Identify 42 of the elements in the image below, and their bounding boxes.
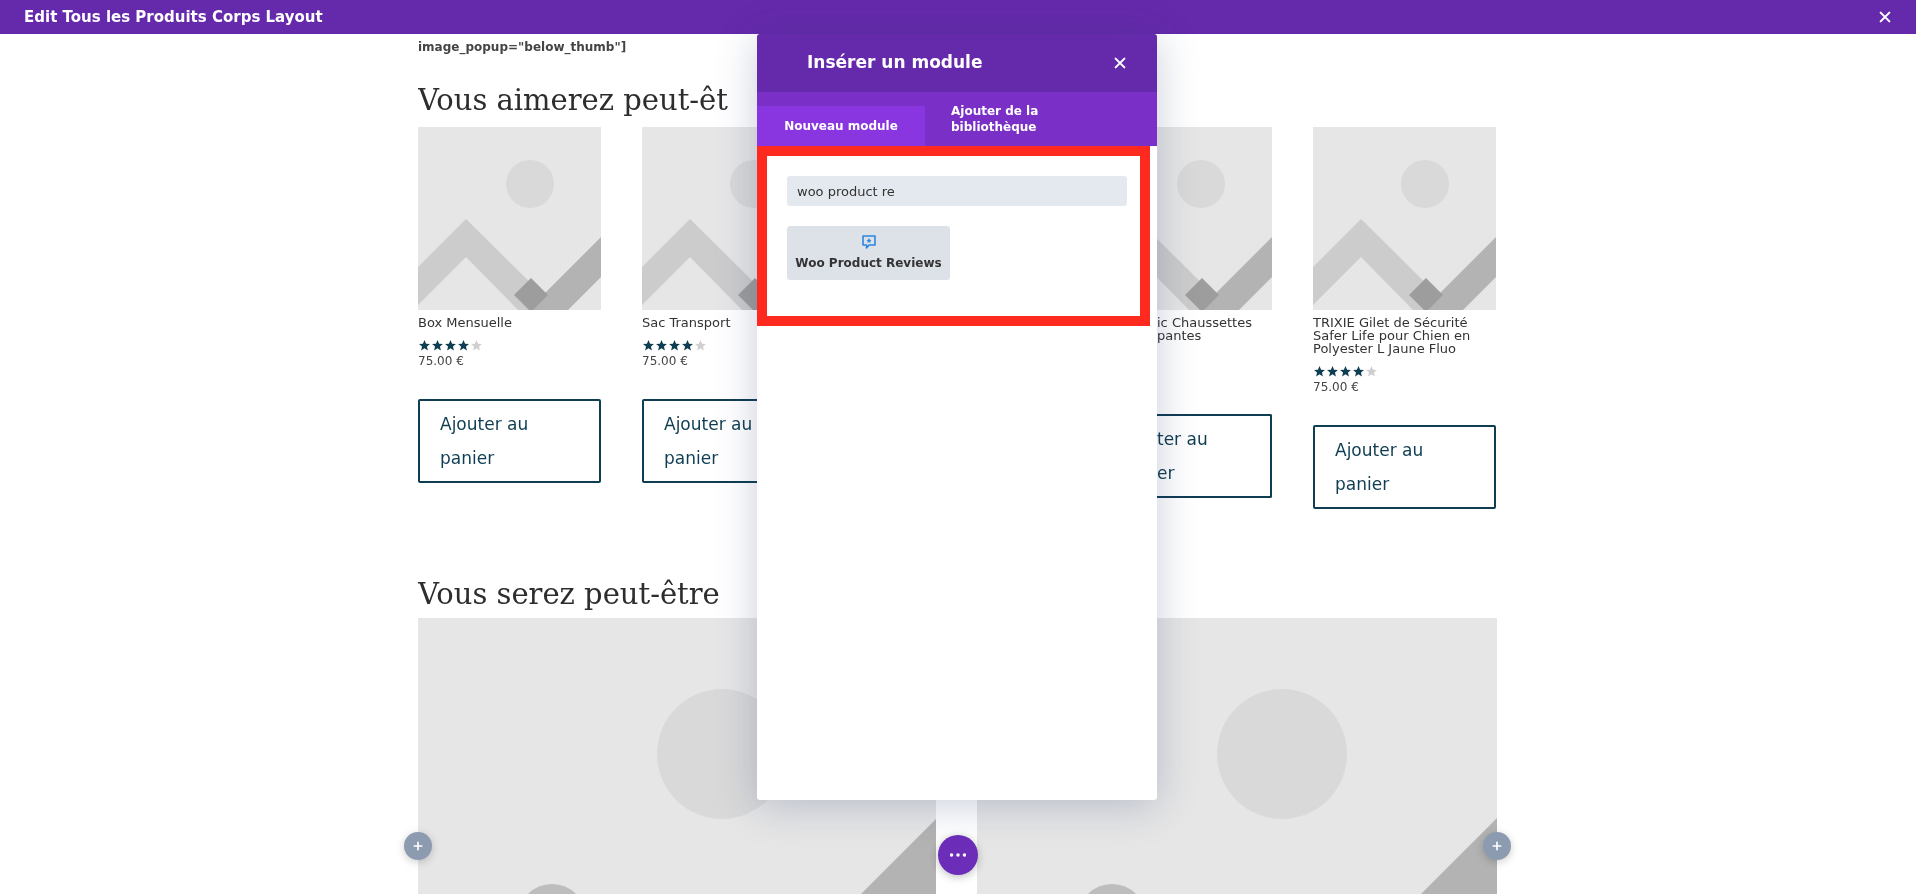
product-price: 75.00 €: [418, 353, 465, 370]
product-title[interactable]: Box Mensuelle: [418, 316, 601, 329]
plus-icon: [412, 840, 424, 852]
star-icon: [1352, 365, 1365, 378]
close-icon[interactable]: [1113, 56, 1127, 70]
plus-icon: [1491, 840, 1503, 852]
more-options-button[interactable]: [938, 835, 978, 875]
shortcode-text: image_popup="below_thumb"]: [418, 39, 628, 56]
tab[interactable]: Nouveau module: [757, 106, 925, 146]
star-icon: [1313, 365, 1326, 378]
add-to-cart-button[interactable]: ter au er: [1157, 414, 1272, 498]
star-icon: [444, 339, 457, 352]
product-title[interactable]: TRIXIE Gilet de Sécurité Safer Life pour Chien en Polyester L Jaune Fluo: [1313, 316, 1496, 355]
star-icon: [642, 339, 655, 352]
dialog-title: Insérer un module: [807, 51, 983, 75]
module-tile[interactable]: Woo Product Reviews: [787, 226, 950, 280]
star-icon: [418, 339, 431, 352]
star-icon: [694, 339, 707, 352]
add-button[interactable]: [1483, 832, 1511, 860]
section-heading: Vous aimerez peut-êt: [418, 82, 728, 119]
star-icon: [1365, 365, 1378, 378]
star-icon: [655, 339, 668, 352]
star-icon: [470, 339, 483, 352]
product-price: 75.00 €: [642, 353, 689, 370]
review-icon: [860, 234, 877, 250]
star-icon: [1326, 365, 1339, 378]
add-to-cart-button[interactable]: Ajouter au panier: [1313, 425, 1496, 509]
search-field[interactable]: woo product re: [787, 176, 1127, 206]
window-title: Edit Tous les Produits Corps Layout: [24, 6, 323, 28]
more-icon: [950, 853, 966, 857]
product-title[interactable]: ic Chaussettes pantes: [1157, 316, 1272, 342]
star-icon: [668, 339, 681, 352]
product-price: 75.00 €: [1313, 379, 1360, 396]
section-heading: Vous serez peut-être: [418, 576, 720, 613]
add-to-cart-button[interactable]: Ajouter au panier: [418, 399, 601, 483]
star-icon: [1339, 365, 1352, 378]
star-icon: [681, 339, 694, 352]
add-button[interactable]: [404, 832, 432, 860]
close-icon[interactable]: [1878, 10, 1892, 24]
star-icon: [431, 339, 444, 352]
star-icon: [457, 339, 470, 352]
tab[interactable]: Ajouter de la bibliothèque: [925, 92, 1075, 146]
